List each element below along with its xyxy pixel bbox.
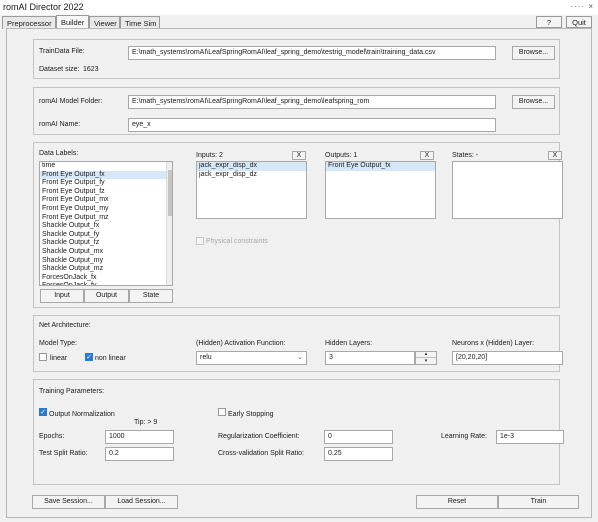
nonlinear-checkbox[interactable]: ✓ <box>85 353 93 361</box>
load-session-button[interactable]: Load Session... <box>105 495 178 509</box>
test-split-field[interactable]: 0.2 <box>105 447 174 461</box>
builder-panel: TrainData File: E:\math_systems\romAI\Le… <box>6 28 592 518</box>
dataset-size-value: 1623 <box>83 66 99 73</box>
tab-builder[interactable]: Builder <box>56 15 89 29</box>
model-type-label: Model Type: <box>39 340 78 347</box>
traindata-group: TrainData File: E:\math_systems\romAI\Le… <box>33 39 560 79</box>
nonlinear-label: non linear <box>95 355 126 362</box>
activation-select[interactable]: relu ⌄ <box>196 351 307 365</box>
states-title: States: - <box>452 152 479 159</box>
help-button[interactable]: ? <box>536 16 562 28</box>
list-item[interactable]: jack_expr_disp_dx <box>197 162 306 171</box>
cv-split-label: Cross-validation Split Ratio: <box>218 450 304 457</box>
output-button[interactable]: Output <box>84 289 129 303</box>
window-controls[interactable]: ···· × <box>570 2 594 11</box>
physical-constraints-label: Physical constraints <box>206 238 268 245</box>
regularization-label: Regularization Coefficient: <box>218 433 300 440</box>
states-list[interactable] <box>452 161 563 219</box>
learning-rate-field[interactable]: 1e-3 <box>496 430 564 444</box>
physical-constraints-checkbox[interactable] <box>196 237 204 245</box>
list-item[interactable]: ForcesOnJack_fy <box>40 282 172 285</box>
early-stopping-label: Early Stopping <box>228 411 274 418</box>
training-parameters-group: Training Parameters: ✓ Output Normalizat… <box>33 379 564 485</box>
inputs-list[interactable]: jack_expr_disp_dx jack_expr_disp_dz <box>196 161 307 219</box>
train-button[interactable]: Train <box>498 495 579 509</box>
linear-label: linear <box>50 355 68 362</box>
state-button[interactable]: State <box>129 289 173 303</box>
list-item[interactable]: Front Eye Output_fx <box>40 170 172 180</box>
output-normalization-checkbox[interactable]: ✓ <box>39 408 47 416</box>
linear-checkbox[interactable] <box>39 353 47 361</box>
test-split-label: Test Split Ratio: <box>39 450 88 457</box>
list-item[interactable]: Front Eye Output_mx <box>40 196 172 205</box>
list-item[interactable]: Front Eye Output_fz <box>40 188 172 197</box>
output-normalization-label: Output Normalization <box>49 411 115 418</box>
model-folder-label: romAI Model Folder: <box>39 98 103 105</box>
traindata-label: TrainData File: <box>39 48 85 55</box>
dataset-size-label: Dataset size: <box>39 66 80 73</box>
list-item[interactable]: time <box>40 162 172 171</box>
traindata-browse-button[interactable]: Browse... <box>512 46 555 60</box>
quit-button[interactable]: Quit <box>566 16 592 28</box>
reset-button[interactable]: Reset <box>416 495 498 509</box>
early-stopping-checkbox[interactable] <box>218 408 226 416</box>
data-labels-group: Data Labels: time Front Eye Output_fx Fron… <box>33 142 563 308</box>
save-session-button[interactable]: Save Session... <box>32 495 105 509</box>
epochs-field[interactable]: 1000 <box>105 430 174 444</box>
list-item[interactable]: Shackle Output_fy <box>40 231 172 240</box>
scroll-thumb[interactable] <box>168 170 172 216</box>
hidden-layers-label: Hidden Layers: <box>325 340 373 347</box>
training-parameters-title: Training Parameters: <box>39 388 105 395</box>
list-item[interactable]: Shackle Output_mx <box>40 248 172 257</box>
net-architecture-title: Net Architecture: <box>39 322 91 329</box>
outputs-title: Outputs: 1 <box>325 152 358 159</box>
inputs-clear-button[interactable]: X <box>292 151 306 160</box>
activation-label: (Hidden) Activation Function: <box>196 340 286 347</box>
title-bar: romAI Director 2022 ···· × <box>0 0 598 15</box>
regularization-field[interactable]: 0 <box>324 430 393 444</box>
hidden-layers-field[interactable]: 3 <box>325 351 415 365</box>
model-folder-group: romAI Model Folder: E:\math_systems\romA… <box>33 87 560 135</box>
states-clear-button[interactable]: X <box>548 151 562 160</box>
model-name-label: romAI Name: <box>39 121 81 128</box>
inputs-title: Inputs: 2 <box>196 152 223 159</box>
list-item[interactable]: Shackle Output_fx <box>40 222 172 231</box>
learning-rate-label: Learning Rate: <box>441 433 487 440</box>
checkmark-icon: ✓ <box>86 354 92 361</box>
epochs-label: Epochs: <box>39 433 65 440</box>
input-button[interactable]: Input <box>40 289 84 303</box>
model-folder-browse-button[interactable]: Browse... <box>512 95 555 109</box>
neurons-field[interactable]: [20,20,20] <box>452 351 563 365</box>
cv-split-field[interactable]: 0.25 <box>324 447 393 461</box>
spin-down-icon[interactable]: ▾ <box>416 358 436 364</box>
hidden-layers-stepper[interactable]: ▴ ▾ <box>415 351 437 365</box>
traindata-field[interactable]: E:\math_systems\romAI\LeafSpringRomAI\le… <box>128 46 496 60</box>
outputs-list[interactable]: Front Eye Output_fx <box>325 161 436 219</box>
data-labels-title: Data Labels: <box>39 150 79 157</box>
net-architecture-group: Net Architecture: Model Type: linear ✓ n… <box>33 315 563 372</box>
chevron-down-icon[interactable]: ⌄ <box>297 353 303 361</box>
window-title: romAI Director 2022 <box>3 2 84 12</box>
model-name-field[interactable]: eye_x <box>128 118 496 132</box>
activation-value: relu <box>200 354 212 361</box>
tip-text: Tip: > 9 <box>134 419 158 426</box>
list-item[interactable]: Shackle Output_mz <box>40 265 172 274</box>
data-labels-list[interactable]: time Front Eye Output_fx Front Eye Output_… <box>39 161 173 286</box>
outputs-clear-button[interactable]: X <box>420 151 434 160</box>
list-item[interactable]: ForcesOnJack_fx <box>40 274 172 283</box>
list-item[interactable]: Shackle Output_my <box>40 257 172 266</box>
tab-bar: Preprocessor Builder Viewer Time Sim ? Q… <box>0 15 598 29</box>
model-folder-field[interactable]: E:\math_systems\romAI\LeafSpringRomAI\le… <box>128 95 496 109</box>
list-item[interactable]: Shackle Output_fz <box>40 239 172 248</box>
list-item[interactable]: Front Eye Output_my <box>40 205 172 214</box>
list-item[interactable]: jack_expr_disp_dz <box>197 171 306 180</box>
data-labels-scrollbar[interactable] <box>166 162 172 285</box>
list-item[interactable]: Front Eye Output_fy <box>40 179 172 188</box>
checkmark-icon: ✓ <box>40 409 46 416</box>
neurons-label: Neurons x (Hidden) Layer: <box>452 340 535 347</box>
list-item[interactable]: Front Eye Output_mz <box>40 214 172 223</box>
list-item[interactable]: Front Eye Output_fx <box>326 162 435 171</box>
